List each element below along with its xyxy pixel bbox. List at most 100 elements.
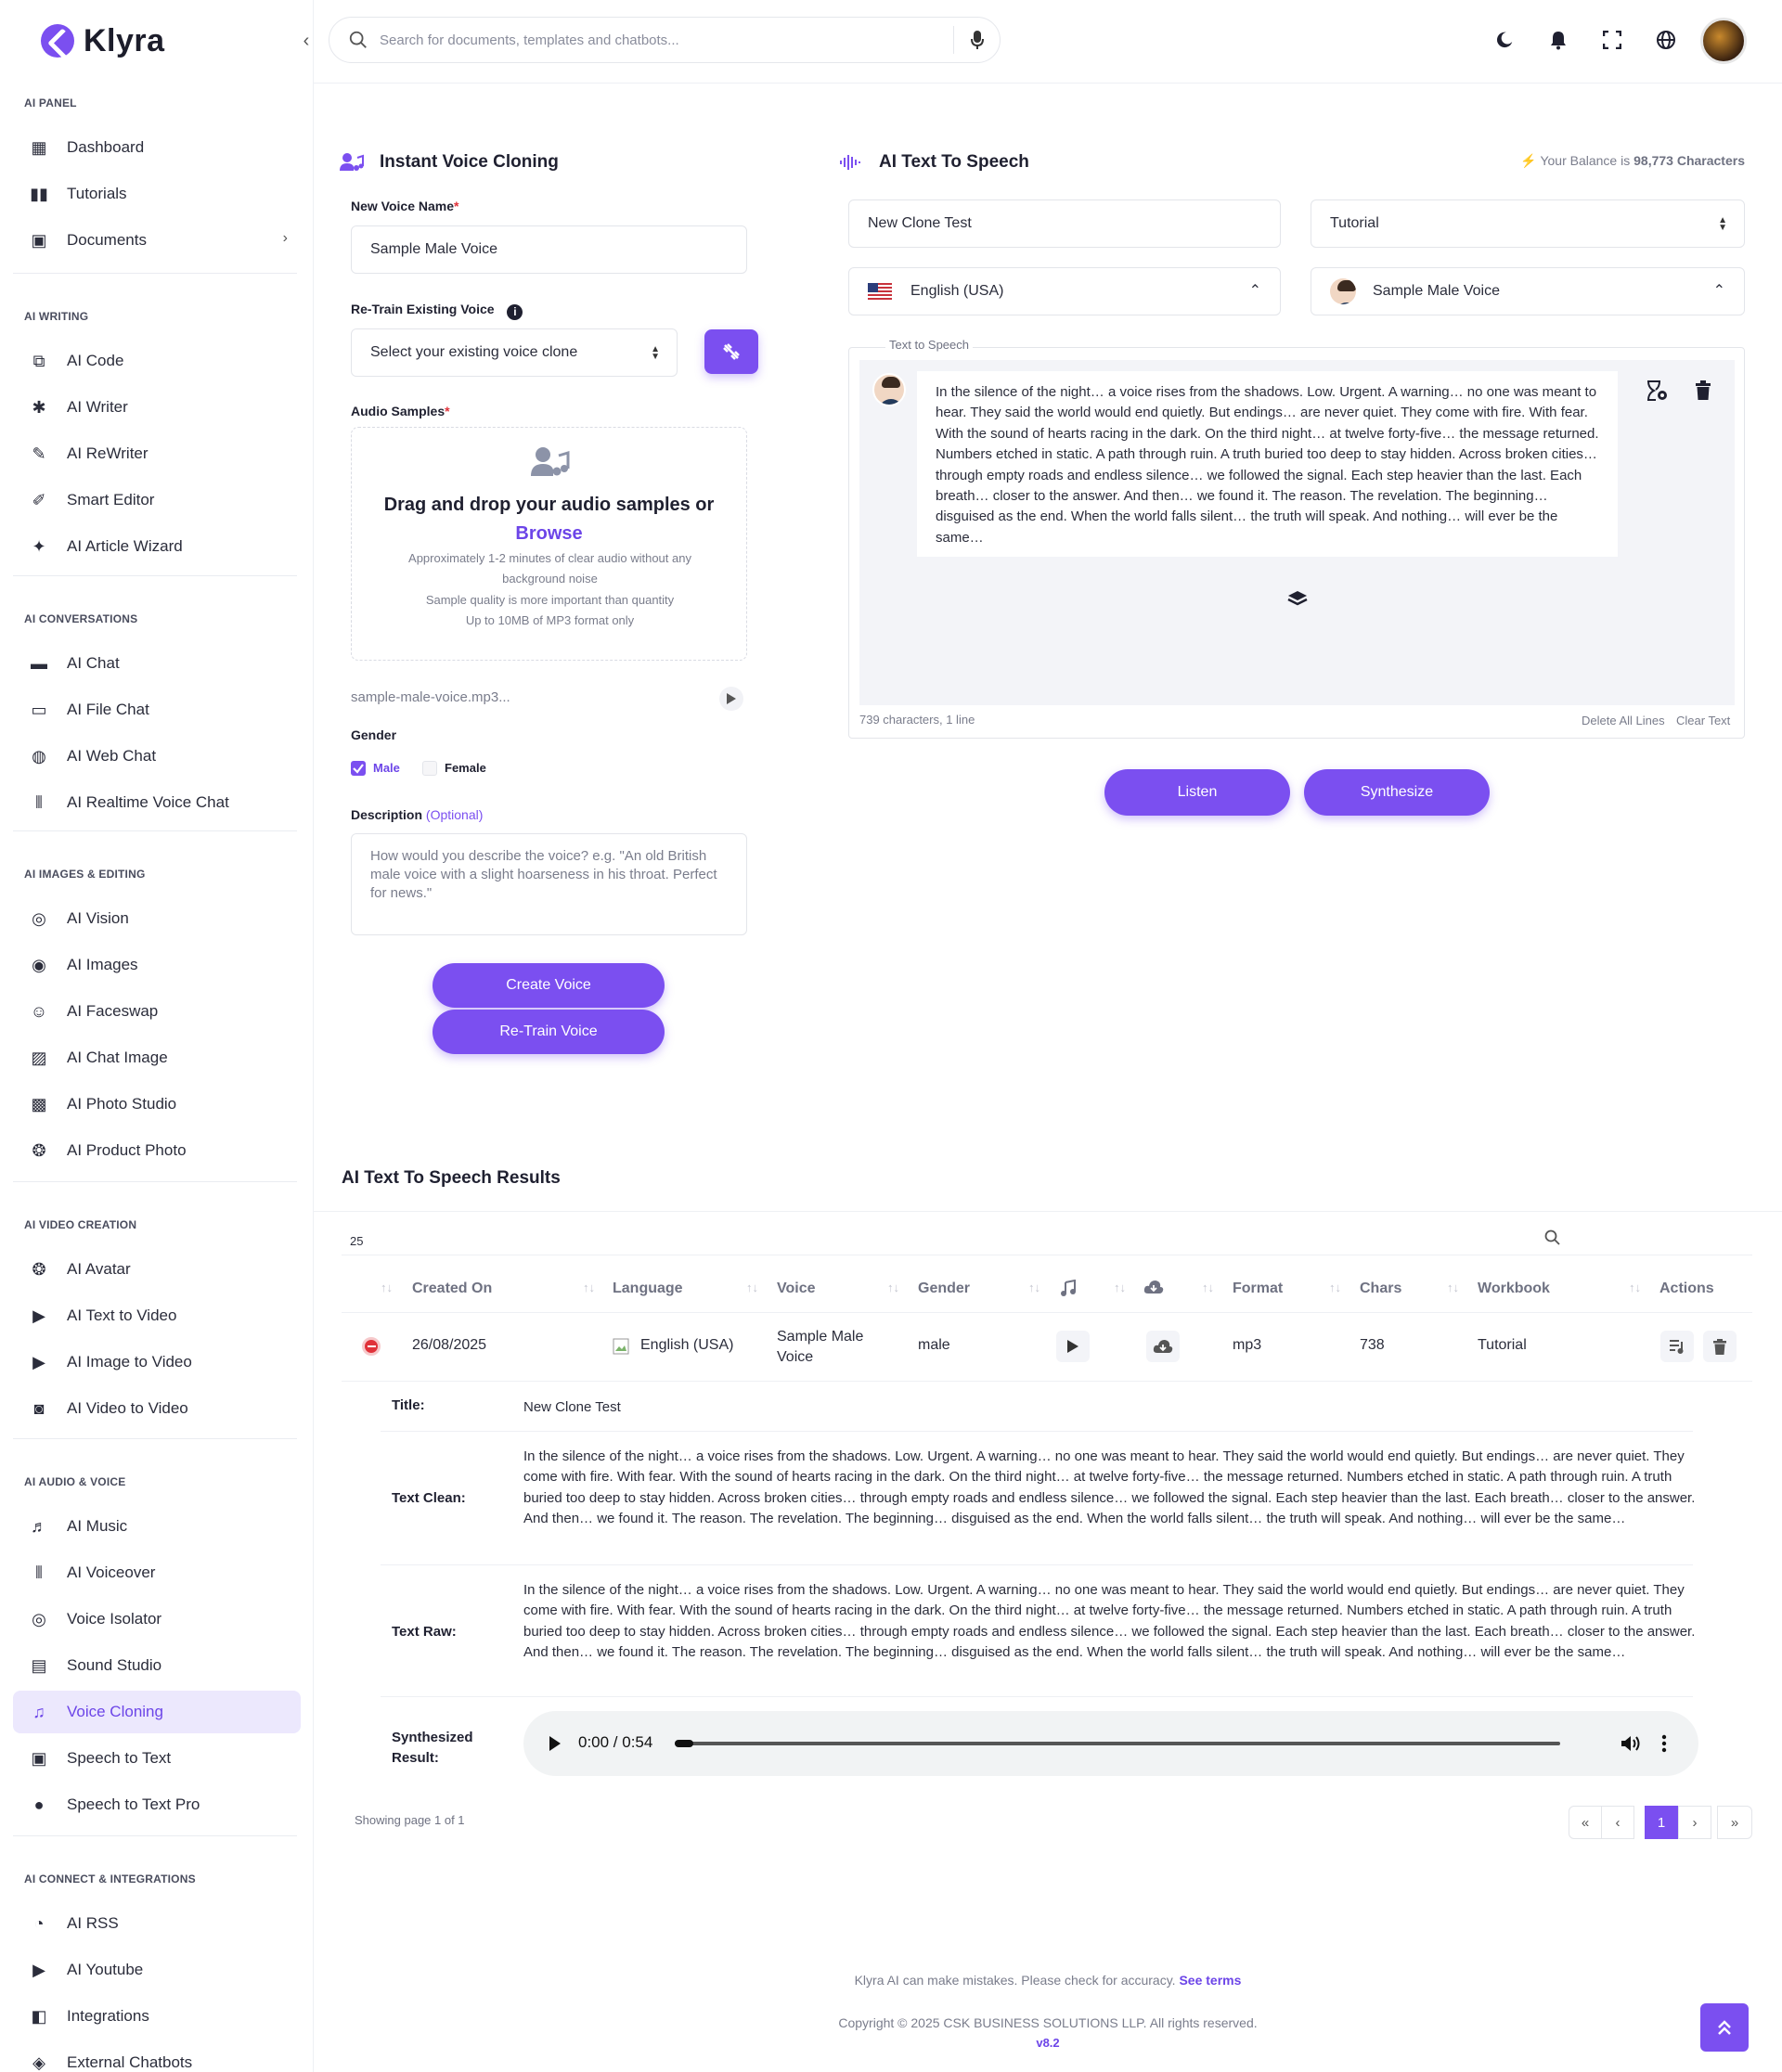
scroll-to-top-button[interactable] xyxy=(1700,2003,1749,2052)
sort-icon[interactable]: ↑↓ xyxy=(1028,1281,1040,1294)
sidebar-item-ai-photo-studio[interactable]: ▩ AI Photo Studio xyxy=(13,1083,301,1126)
play-icon[interactable] xyxy=(549,1736,561,1751)
fullscreen-icon[interactable] xyxy=(1600,28,1624,52)
play-sample-button[interactable] xyxy=(719,687,743,711)
next-page-button[interactable]: › xyxy=(1678,1806,1711,1839)
page-1-button[interactable]: 1 xyxy=(1645,1806,1678,1839)
row-workbook-button[interactable] xyxy=(1660,1331,1694,1362)
sort-icon[interactable]: ↑↓ xyxy=(1329,1281,1341,1294)
collapse-row-icon[interactable] xyxy=(362,1337,381,1356)
delete-all-lines-link[interactable]: Delete All Lines xyxy=(1582,714,1665,727)
add-layer-icon[interactable] xyxy=(1287,590,1308,609)
col-voice[interactable]: Voice xyxy=(777,1281,816,1297)
sidebar-item-ai-music[interactable]: ♬ AI Music xyxy=(13,1505,301,1548)
audio-progress-thumb[interactable] xyxy=(675,1740,693,1747)
first-page-button[interactable]: « xyxy=(1569,1806,1602,1839)
sort-icon[interactable]: ↑↓ xyxy=(1202,1281,1214,1294)
voice-name-input[interactable]: Sample Male Voice xyxy=(351,225,747,274)
audio-dropzone[interactable]: Drag and drop your audio samples or Brow… xyxy=(351,427,747,661)
sidebar-item-ai-youtube[interactable]: ▶ AI Youtube xyxy=(13,1949,301,1991)
sort-icon[interactable]: ↑↓ xyxy=(1114,1281,1126,1294)
language-globe-icon[interactable] xyxy=(1654,28,1678,52)
sidebar-item-smart-editor[interactable]: ✐ Smart Editor xyxy=(13,479,301,521)
sidebar-item-tutorials[interactable]: ▮▮ Tutorials xyxy=(13,173,301,215)
clear-text-link[interactable]: Clear Text xyxy=(1676,714,1730,727)
speaker-avatar[interactable] xyxy=(872,373,906,406)
retrain-voice-button[interactable]: Re-Train Voice xyxy=(433,1010,665,1054)
notification-bell-icon[interactable] xyxy=(1546,28,1570,52)
trash-icon[interactable] xyxy=(1695,380,1711,400)
sidebar-item-ai-vision[interactable]: ◎ AI Vision xyxy=(13,897,301,940)
audio-progress-bar[interactable] xyxy=(675,1740,1560,1747)
sidebar-item-speech-to-text[interactable]: ▣ Speech to Text xyxy=(13,1737,301,1780)
sidebar-item-ai-image-to-video[interactable]: ▶ AI Image to Video xyxy=(13,1341,301,1383)
sort-icon[interactable]: ↑↓ xyxy=(887,1281,899,1294)
sidebar-item-sound-studio[interactable]: ▤ Sound Studio xyxy=(13,1644,301,1687)
sidebar-item-ai-realtime-voice-chat[interactable]: ⦀ AI Realtime Voice Chat xyxy=(13,781,301,824)
sort-icon[interactable]: ↑↓ xyxy=(583,1281,595,1294)
more-options-icon[interactable] xyxy=(1661,1734,1667,1753)
sidebar-item-ai-chat-image[interactable]: ▨ AI Chat Image xyxy=(13,1036,301,1079)
see-terms-link[interactable]: See terms xyxy=(1179,1973,1241,1988)
synthesize-button[interactable]: Synthesize xyxy=(1304,769,1490,816)
voice-select[interactable]: Sample Male Voice ⌃ xyxy=(1311,267,1745,315)
sidebar-item-external-chatbots[interactable]: ◈ External Chatbots xyxy=(13,2041,301,2072)
dark-mode-icon[interactable] xyxy=(1492,28,1517,52)
row-play-button[interactable] xyxy=(1056,1331,1090,1362)
last-page-button[interactable]: » xyxy=(1717,1806,1752,1839)
sidebar-item-ai-article-wizard[interactable]: ✦ AI Article Wizard xyxy=(13,525,301,568)
sidebar-item-ai-text-to-video[interactable]: ▶ AI Text to Video xyxy=(13,1294,301,1337)
sidebar-item-ai-rewriter[interactable]: ✎ AI ReWriter xyxy=(13,432,301,475)
prev-page-button[interactable]: ‹ xyxy=(1601,1806,1634,1839)
col-format[interactable]: Format xyxy=(1233,1281,1283,1297)
description-textarea[interactable]: How would you describe the voice? e.g. "… xyxy=(351,833,747,935)
browse-link[interactable]: Browse xyxy=(352,523,746,545)
sidebar-item-ai-faceswap[interactable]: ☺ AI Faceswap xyxy=(13,990,301,1033)
unlink-voice-button[interactable] xyxy=(704,329,758,374)
sidebar-item-ai-video-to-video[interactable]: ◙ AI Video to Video xyxy=(13,1387,301,1430)
sidebar-item-ai-product-photo[interactable]: ❂ AI Product Photo xyxy=(13,1129,301,1172)
sidebar-item-dashboard[interactable]: ▦ Dashboard xyxy=(13,126,301,169)
sidebar-item-ai-voiceover[interactable]: ⦀ AI Voiceover xyxy=(13,1551,301,1594)
tts-text-input[interactable]: In the silence of the night… a voice ris… xyxy=(917,371,1618,557)
sort-icon[interactable]: ↑↓ xyxy=(381,1281,393,1294)
tts-title-input[interactable]: New Clone Test xyxy=(848,199,1281,248)
sidebar-item-integrations[interactable]: ◧ Integrations xyxy=(13,1995,301,2038)
sidebar-collapse-button[interactable]: ‹ xyxy=(297,30,316,52)
user-avatar[interactable] xyxy=(1700,18,1747,64)
sidebar-item-ai-chat[interactable]: ▬ AI Chat xyxy=(13,642,301,685)
language-select[interactable]: English (USA) ⌃ xyxy=(848,267,1281,315)
sidebar-item-ai-writer[interactable]: ✱ AI Writer xyxy=(13,386,301,429)
sort-icon[interactable]: ↑↓ xyxy=(1629,1281,1641,1294)
sidebar-item-ai-images[interactable]: ◉ AI Images xyxy=(13,944,301,986)
row-delete-button[interactable] xyxy=(1703,1331,1737,1362)
col-created-on[interactable]: Created On xyxy=(412,1281,492,1297)
info-icon[interactable]: i xyxy=(507,304,523,320)
sidebar-item-ai-web-chat[interactable]: ◍ AI Web Chat xyxy=(13,735,301,778)
row-download-button[interactable] xyxy=(1146,1331,1180,1362)
listen-button[interactable]: Listen xyxy=(1104,769,1290,816)
col-workbook[interactable]: Workbook xyxy=(1478,1281,1550,1297)
sidebar-item-ai-code[interactable]: ⧉ AI Code xyxy=(13,340,301,382)
audio-player[interactable]: 0:00 / 0:54 xyxy=(523,1711,1698,1776)
sidebar-item-ai-rss[interactable]: ◔ AI RSS xyxy=(13,1902,301,1945)
workbook-select[interactable]: Tutorial ▲ ▼ xyxy=(1311,199,1745,248)
voice-search-button[interactable] xyxy=(953,26,1000,54)
retrain-voice-select[interactable]: Select your existing voice clone ▲ ▼ xyxy=(351,328,678,377)
male-checkbox[interactable] xyxy=(351,761,366,776)
sidebar-item-voice-cloning[interactable]: ♫ Voice Cloning xyxy=(13,1691,301,1733)
col-language[interactable]: Language xyxy=(613,1281,683,1297)
sidebar-item-ai-avatar[interactable]: ❂ AI Avatar xyxy=(13,1248,301,1291)
create-voice-button[interactable]: Create Voice xyxy=(433,963,665,1008)
search-bar[interactable]: Search for documents, templates and chat… xyxy=(329,17,1001,63)
volume-icon[interactable] xyxy=(1621,1734,1641,1753)
sort-icon[interactable]: ↑↓ xyxy=(1447,1281,1459,1294)
voice-settings-icon[interactable] xyxy=(1646,380,1668,401)
sidebar-item-voice-isolator[interactable]: ◎ Voice Isolator xyxy=(13,1598,301,1641)
sidebar-item-documents[interactable]: ▣ Documents › xyxy=(13,219,301,262)
table-search-icon[interactable] xyxy=(1544,1229,1561,1246)
sidebar-item-speech-to-text-pro[interactable]: ● Speech to Text Pro xyxy=(13,1783,301,1826)
search-input[interactable]: Search for documents, templates and chat… xyxy=(380,32,953,48)
col-chars[interactable]: Chars xyxy=(1360,1281,1401,1297)
col-gender[interactable]: Gender xyxy=(918,1281,970,1297)
